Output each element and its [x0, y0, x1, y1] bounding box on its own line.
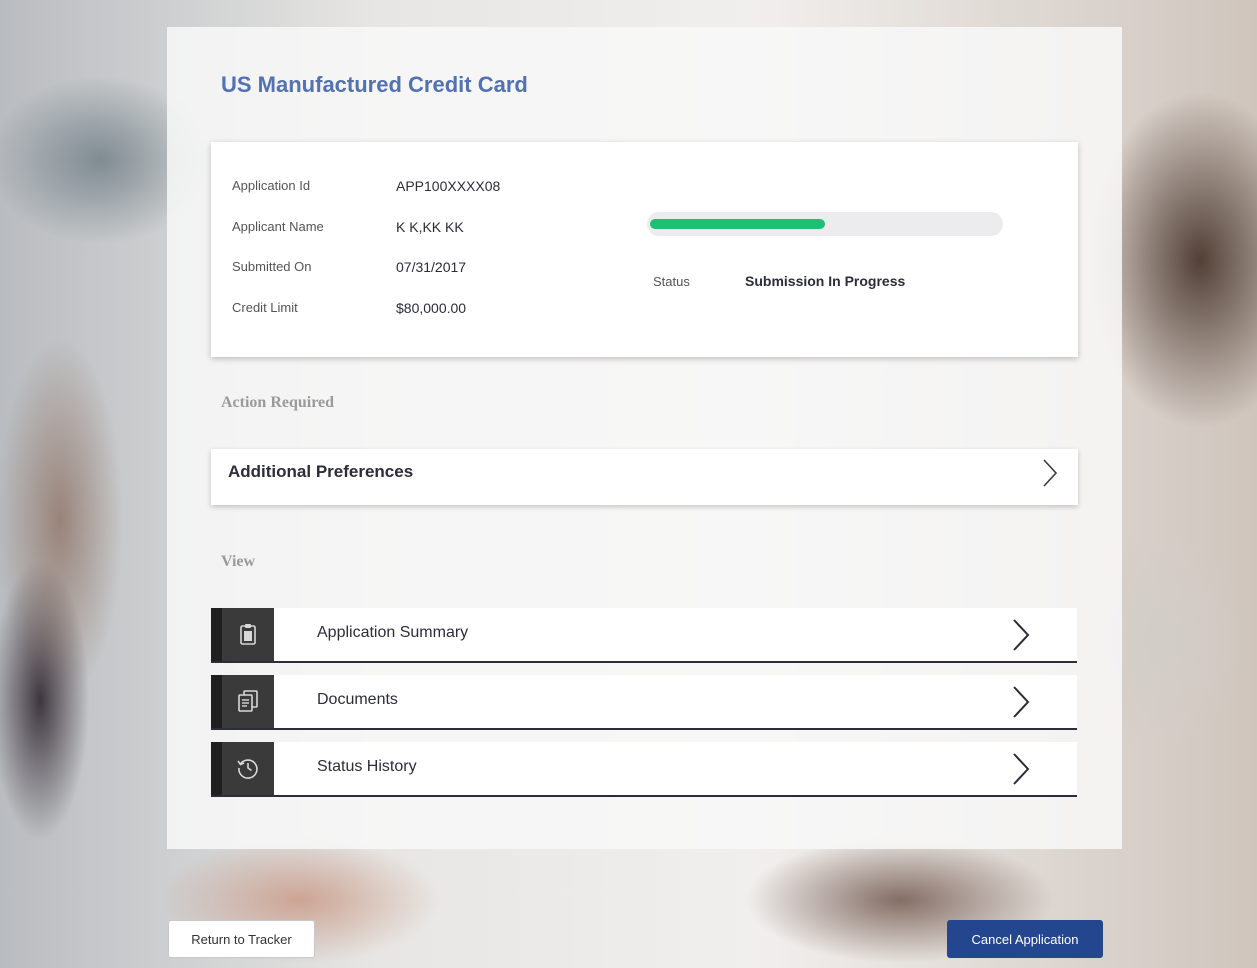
chevron-right-icon — [1013, 753, 1030, 785]
application-id-label: Application Id — [232, 178, 311, 193]
credit-limit-value: $80,000.00 — [396, 300, 467, 316]
chevron-right-icon — [1013, 686, 1030, 718]
chevron-right-icon — [1043, 459, 1058, 487]
action-required-heading: Action Required — [221, 394, 335, 411]
additional-preferences-item[interactable]: Additional Preferences — [211, 449, 1078, 505]
documents-icon-box — [211, 675, 274, 728]
application-summary-icon-box — [211, 608, 274, 661]
progress-bar — [647, 212, 1003, 236]
cancel-application-button[interactable]: Cancel Application — [947, 920, 1103, 958]
status-value: Submission In Progress — [745, 273, 906, 289]
additional-preferences-label: Additional Preferences — [228, 462, 414, 481]
documents-item[interactable]: Documents — [211, 675, 1077, 730]
documents-icon — [238, 690, 258, 712]
view-heading: View — [221, 553, 256, 570]
return-to-tracker-button[interactable]: Return to Tracker — [168, 920, 315, 958]
application-summary-item[interactable]: Application Summary — [211, 608, 1077, 663]
status-history-icon-box — [211, 742, 274, 795]
applicant-name-value: K K,KK KK — [396, 219, 464, 235]
application-summary-label: Application Summary — [317, 624, 469, 641]
documents-label: Documents — [317, 691, 398, 708]
credit-limit-label: Credit Limit — [232, 300, 298, 315]
status-history-item[interactable]: Status History — [211, 742, 1077, 797]
progress-bar-fill — [650, 219, 825, 229]
status-history-label: Status History — [317, 758, 417, 775]
submitted-on-value: 07/31/2017 — [396, 259, 467, 275]
page-title: US Manufactured Credit Card — [221, 72, 528, 97]
clipboard-icon — [240, 624, 256, 645]
application-id-value: APP100XXXX08 — [396, 178, 501, 194]
applicant-name-label: Applicant Name — [232, 219, 324, 234]
history-clock-icon — [237, 759, 258, 779]
submitted-on-label: Submitted On — [232, 259, 312, 274]
status-label: Status — [653, 274, 690, 289]
chevron-right-icon — [1013, 619, 1030, 651]
application-info-card: Application Id APP100XXXX08 Applicant Na… — [211, 142, 1078, 357]
